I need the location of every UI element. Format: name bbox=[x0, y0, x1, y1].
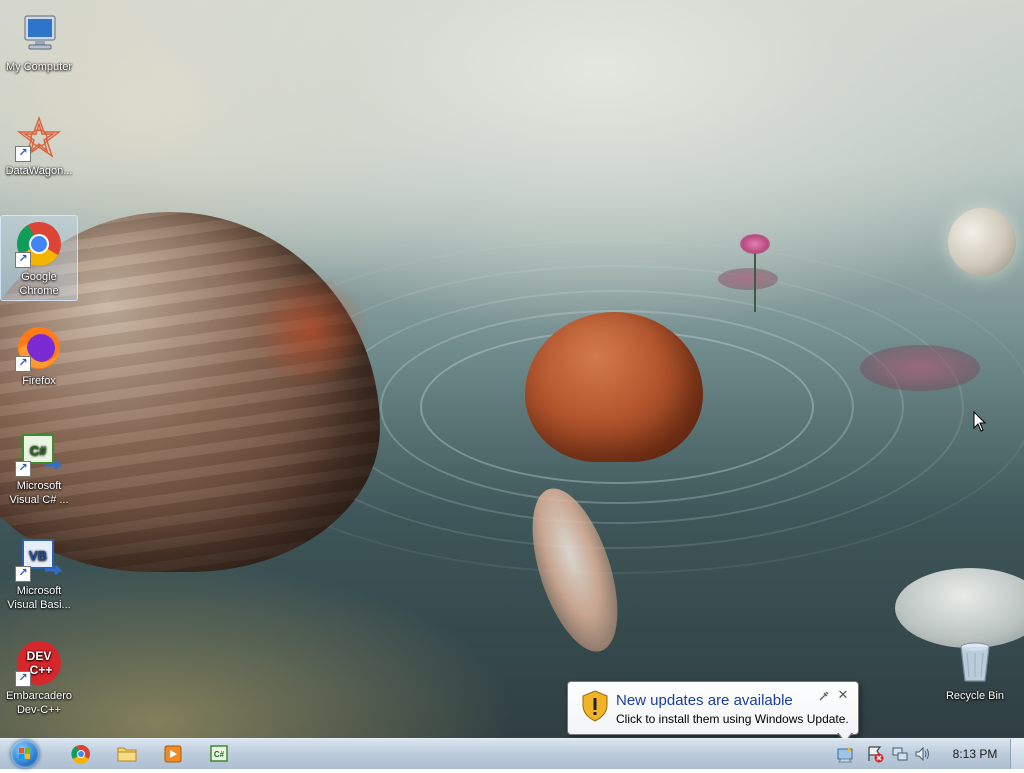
desktop-icon-firefox[interactable]: ↗ Firefox bbox=[1, 320, 77, 388]
wallpaper-lotus-flower bbox=[740, 234, 770, 254]
show-desktop-button[interactable] bbox=[1010, 739, 1024, 769]
wallpaper-lily-pad bbox=[860, 345, 980, 391]
desktop-icon-datawagon[interactable]: ↗ DataWagon... bbox=[1, 110, 77, 178]
wallpaper-lily-pad bbox=[718, 268, 778, 290]
start-button[interactable] bbox=[6, 740, 44, 768]
security-shield-icon bbox=[582, 690, 608, 722]
notification-text: Click to install them using Windows Upda… bbox=[616, 712, 849, 726]
devcpp-cpp-glyph: C++ bbox=[30, 663, 53, 677]
visual-csharp-icon: C# bbox=[210, 745, 228, 762]
desktop-icon-devcpp[interactable]: DEV C++ ↗ Embarcadero Dev-C++ bbox=[1, 635, 77, 717]
firefox-icon: ↗ bbox=[15, 324, 63, 372]
devcpp-dev-glyph: DEV bbox=[27, 649, 52, 663]
desktop-icon-visual-csharp[interactable]: C# ↗ Microsoft Visual C# ... bbox=[1, 425, 77, 507]
chrome-icon bbox=[71, 745, 90, 764]
taskbar-clock[interactable]: 8:13 PM bbox=[940, 747, 1010, 761]
windows-start-icon bbox=[11, 740, 39, 768]
csharp-glyph: C# bbox=[30, 443, 47, 458]
desktop-icon-my-computer[interactable]: My Computer bbox=[1, 6, 77, 74]
taskbar-media-player-button[interactable] bbox=[159, 742, 187, 766]
desktop-icon-google-chrome[interactable]: ↗ Google Chrome bbox=[0, 215, 78, 301]
devcpp-icon: DEV C++ ↗ bbox=[15, 639, 63, 687]
network-icon[interactable] bbox=[891, 745, 909, 763]
taskbar-visual-csharp-button[interactable]: C# bbox=[205, 742, 233, 766]
action-center-icon[interactable] bbox=[866, 745, 884, 763]
volume-icon[interactable] bbox=[914, 745, 932, 763]
datawagon-icon: ↗ bbox=[15, 114, 63, 162]
taskbar: C# 8:13 PM bbox=[0, 738, 1024, 769]
desktop-icon-recycle-bin[interactable]: Recycle Bin bbox=[937, 635, 1013, 703]
wallpaper-grass bbox=[0, 560, 520, 738]
shortcut-arrow-icon: ↗ bbox=[15, 566, 31, 582]
shortcut-arrow-icon: ↗ bbox=[15, 146, 31, 162]
visual-basic-icon: VB ↗ bbox=[15, 534, 63, 582]
notification-title: New updates are available bbox=[616, 692, 793, 709]
notification-options-icon[interactable] bbox=[818, 690, 830, 702]
visual-csharp-icon: C# ↗ bbox=[15, 429, 63, 477]
shortcut-arrow-icon: ↗ bbox=[15, 671, 31, 687]
update-notification-balloon[interactable]: New updates are available Click to insta… bbox=[567, 681, 859, 735]
csharp-glyph: C# bbox=[214, 750, 225, 759]
desktop-icon-visual-basic[interactable]: VB ↗ Microsoft Visual Basi... bbox=[1, 530, 77, 612]
notification-close-button[interactable]: ✕ bbox=[836, 688, 850, 702]
taskbar-chrome-button[interactable] bbox=[67, 742, 95, 766]
desktop-wallpaper bbox=[0, 0, 1024, 738]
taskbar-explorer-button[interactable] bbox=[113, 742, 141, 766]
windows-update-icon[interactable] bbox=[836, 745, 854, 763]
shortcut-arrow-icon: ↗ bbox=[15, 356, 31, 372]
mouse-cursor-icon bbox=[973, 411, 987, 432]
wallpaper-flower-stem bbox=[754, 252, 756, 312]
wallpaper-moon bbox=[948, 208, 1016, 276]
folder-icon bbox=[117, 747, 137, 762]
wallpaper-planet-spot bbox=[250, 270, 370, 390]
shortcut-arrow-icon: ↗ bbox=[15, 252, 31, 268]
recycle-bin-icon bbox=[951, 639, 999, 687]
chrome-icon: ↗ bbox=[15, 220, 63, 268]
media-player-icon bbox=[164, 745, 182, 763]
shortcut-arrow-icon: ↗ bbox=[15, 461, 31, 477]
computer-icon bbox=[15, 10, 63, 58]
vb-glyph: VB bbox=[29, 548, 47, 563]
